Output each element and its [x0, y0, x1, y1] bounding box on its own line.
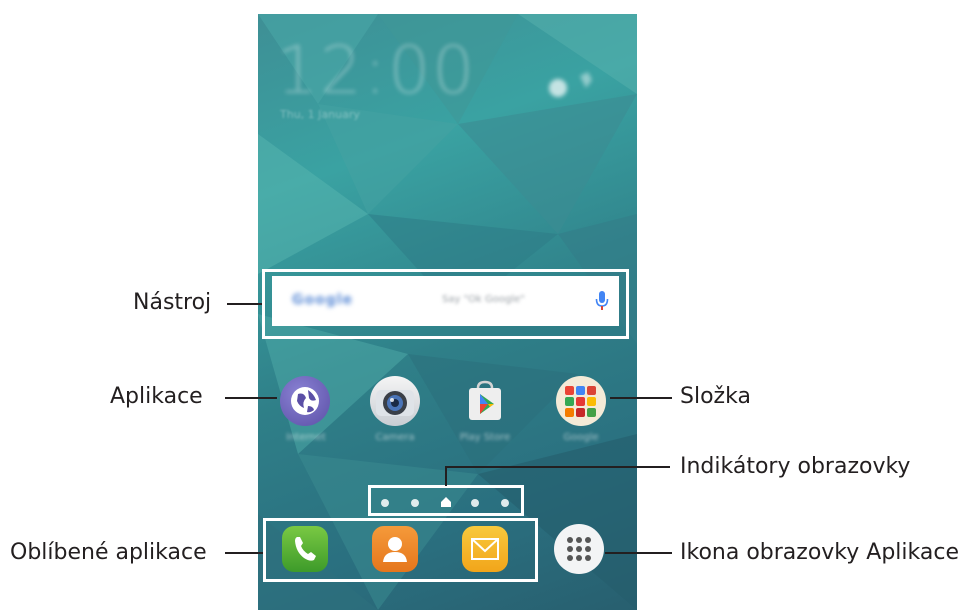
- clock-widget: 12:00: [276, 32, 477, 109]
- google-folder[interactable]: [556, 376, 606, 426]
- leader-line: [225, 397, 277, 399]
- leader-line: [445, 466, 447, 486]
- annotation-apps-icon: Ikona obrazovky Aplikace: [680, 540, 959, 565]
- internet-app[interactable]: [280, 376, 330, 426]
- favorites-highlight-box: [263, 518, 538, 582]
- leader-line: [610, 397, 672, 399]
- folder-icon: [565, 386, 596, 417]
- annotation-widget: Nástroj: [133, 290, 212, 315]
- leader-line: [227, 303, 262, 305]
- app-label: Internet: [286, 432, 326, 443]
- app-label: Camera: [375, 432, 415, 443]
- camera-app[interactable]: [370, 376, 420, 426]
- leader-line: [605, 552, 672, 554]
- indicator-highlight-box: [368, 485, 524, 516]
- app-label: Play Store: [459, 432, 511, 443]
- apps-screen-button[interactable]: [554, 524, 604, 574]
- play-store-app[interactable]: [460, 376, 510, 426]
- annotation-favorites: Oblíbené aplikace: [10, 540, 207, 565]
- widget-highlight-box: [262, 269, 629, 339]
- leader-line: [445, 466, 670, 468]
- weather-icon: [549, 72, 592, 97]
- date-text: Thu, 1 January: [280, 108, 360, 121]
- play-store-icon: [469, 380, 501, 420]
- camera-icon: [376, 390, 414, 416]
- leader-line: [225, 552, 263, 554]
- annotation-app: Aplikace: [110, 384, 203, 409]
- annotation-folder: Složka: [680, 384, 751, 409]
- app-label: Google: [563, 432, 599, 443]
- annotation-indicators: Indikátory obrazovky: [680, 454, 911, 479]
- globe-icon: [291, 387, 319, 415]
